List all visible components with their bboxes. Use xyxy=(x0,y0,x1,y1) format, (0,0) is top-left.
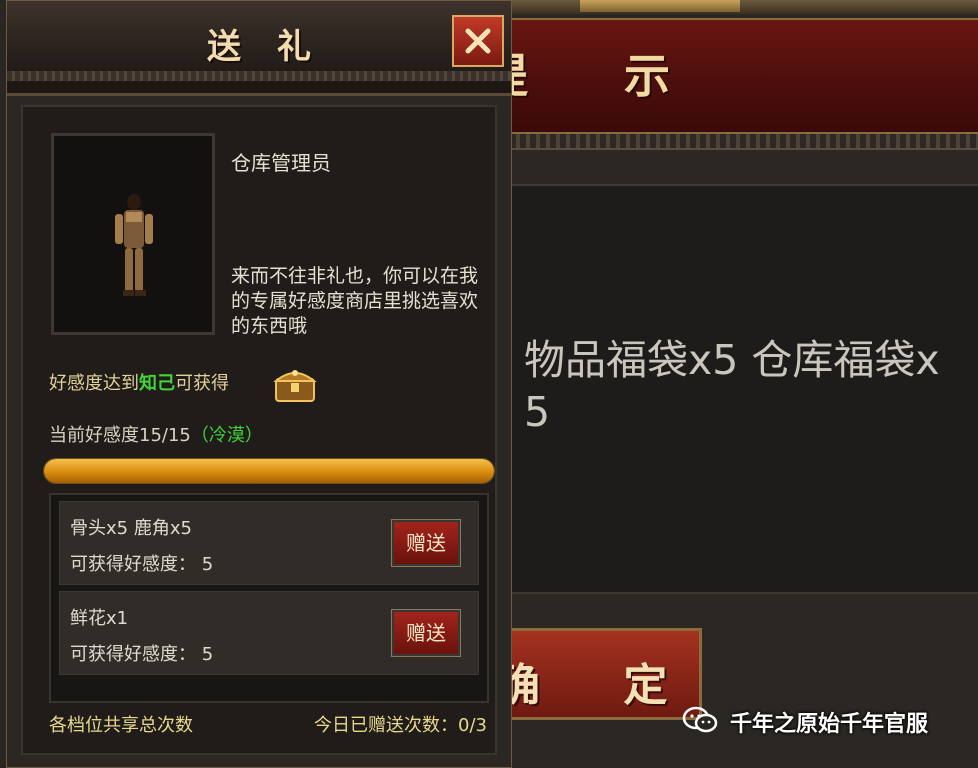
treasure-chest-icon[interactable] xyxy=(271,365,319,405)
close-button[interactable] xyxy=(452,15,504,67)
gift-item-name: 鲜花x1 xyxy=(70,608,129,629)
reward-info: 好感度达到知己可获得 xyxy=(49,369,229,395)
affinity-progress-fill xyxy=(44,459,494,483)
gift-item: 骨头x5 鹿角x5 可获得好感度： 5 赠送 xyxy=(59,501,479,585)
ornament-divider xyxy=(510,134,978,150)
gift-item-points: 可获得好感度： 5 xyxy=(70,554,214,575)
watermark-text: 千年之原始千年官服 xyxy=(730,712,929,737)
gift-panel-title: 送礼 xyxy=(207,27,347,67)
gift-panel-header: 送礼 xyxy=(7,1,511,96)
header-ornament xyxy=(7,71,511,81)
notice-message-area: 物品福袋x5 仓库福袋x5 xyxy=(510,184,978,594)
give-gift-button[interactable]: 赠送 xyxy=(391,609,461,657)
npc-character-icon xyxy=(115,194,153,296)
affinity-progress-bar xyxy=(43,458,495,484)
gift-item-points: 可获得好感度： 5 xyxy=(70,644,214,665)
watermark: 千年之原始千年官服 xyxy=(672,700,972,744)
shared-count-label: 各档位共享总次数 xyxy=(49,715,193,736)
notice-dialog-title: 提 示 xyxy=(510,49,711,103)
gift-panel: 送礼 仓库管理员 来而不往非礼也，你可以在我的专属好感度商店里挑选喜欢的东西哦 … xyxy=(6,0,512,768)
gift-list: 骨头x5 鹿角x5 可获得好感度： 5 赠送 鲜花x1 可获得好感度： 5 赠送 xyxy=(49,493,489,703)
gift-panel-body: 仓库管理员 来而不往非礼也，你可以在我的专属好感度商店里挑选喜欢的东西哦 好感度… xyxy=(21,105,497,755)
wechat-icon xyxy=(682,706,718,733)
dialog-top-strip xyxy=(510,0,978,14)
npc-name: 仓库管理员 xyxy=(231,151,331,175)
close-icon xyxy=(465,28,491,54)
affinity-value: 当前好感度15/15 xyxy=(49,425,191,446)
affinity-info: 当前好感度15/15（冷漠） xyxy=(49,421,263,447)
reward-prefix: 好感度达到 xyxy=(49,373,139,394)
notice-message: 物品福袋x5 仓库福袋x5 xyxy=(524,336,940,436)
daily-gift-count: 今日已赠送次数：0/3 xyxy=(314,715,487,736)
reward-suffix: 可获得 xyxy=(175,373,229,394)
npc-portrait xyxy=(51,133,215,335)
notice-dialog-header: 提 示 xyxy=(510,18,978,135)
reward-level: 知己 xyxy=(139,373,175,394)
gift-item-name: 骨头x5 鹿角x5 xyxy=(70,518,192,539)
give-gift-button[interactable]: 赠送 xyxy=(391,519,461,567)
npc-dialogue: 来而不往非礼也，你可以在我的专属好感度商店里挑选喜欢的东西哦 xyxy=(231,265,479,337)
affinity-status: （冷漠） xyxy=(190,425,263,446)
notice-dialog: 提 示 物品福袋x5 仓库福袋x5 确 定 xyxy=(510,0,978,768)
gift-item: 鲜花x1 可获得好感度： 5 赠送 xyxy=(59,591,479,675)
